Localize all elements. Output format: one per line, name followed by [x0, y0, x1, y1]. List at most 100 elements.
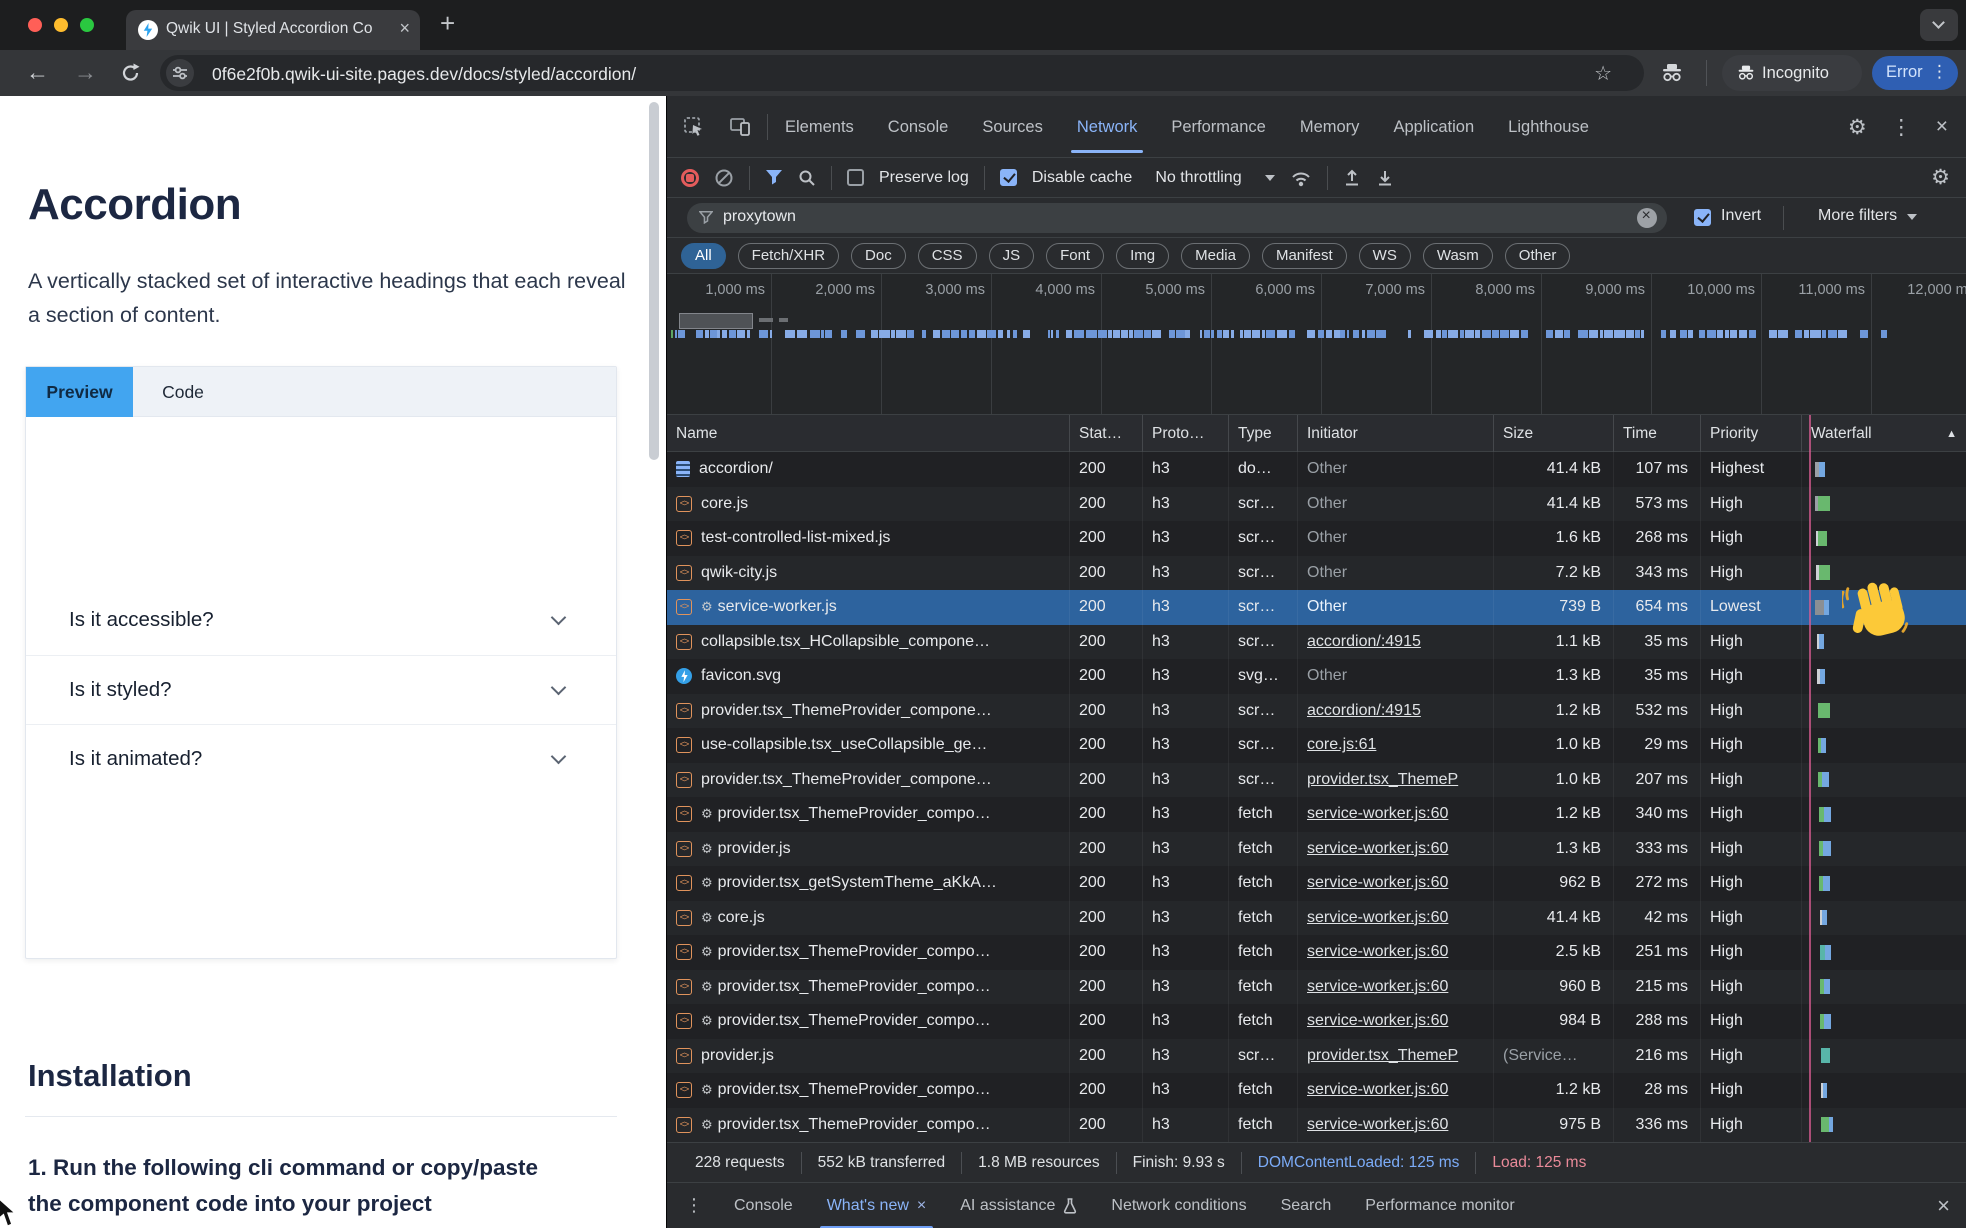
site-settings-icon[interactable]	[166, 59, 194, 87]
type-chip-css[interactable]: CSS	[918, 243, 977, 269]
column-header-stat[interactable]: Stat…	[1070, 415, 1143, 452]
column-header-size[interactable]: Size	[1494, 415, 1614, 452]
drawer-tab-search[interactable]: Search	[1264, 1183, 1349, 1228]
forward-button[interactable]: →	[74, 59, 97, 86]
network-request-row[interactable]: <>qwik-city.js200h3scr…Other7.2 kB343 ms…	[667, 556, 1966, 591]
address-bar[interactable]: 0f6e2f0b.qwik-ui-site.pages.dev/docs/sty…	[160, 55, 1644, 91]
network-settings-gear-icon[interactable]: ⚙	[1931, 165, 1950, 190]
network-request-row[interactable]: <>collapsible.tsx_HCollapsible_compone…2…	[667, 625, 1966, 660]
network-request-row[interactable]: <>provider.tsx_ThemeProvider_compone…200…	[667, 763, 1966, 798]
devtools-tab-memory[interactable]: Memory	[1300, 96, 1360, 158]
preserve-log-checkbox[interactable]	[847, 169, 864, 186]
network-request-row[interactable]: accordion/200h3do…Other41.4 kB107 msHigh…	[667, 452, 1966, 487]
initiator-link[interactable]: service-worker.js:60	[1307, 874, 1448, 892]
invert-checkbox[interactable]	[1694, 209, 1711, 226]
clear-filter-icon[interactable]	[1637, 208, 1657, 228]
column-header-initiator[interactable]: Initiator	[1298, 415, 1494, 452]
devtools-tab-network[interactable]: Network	[1077, 96, 1138, 158]
browser-tab[interactable]: Qwik UI | Styled Accordion Co ×	[126, 10, 420, 50]
type-chip-fetch-xhr[interactable]: Fetch/XHR	[738, 243, 839, 269]
type-chip-other[interactable]: Other	[1505, 243, 1571, 269]
network-request-row[interactable]: <>use-collapsible.tsx_useCollapsible_ge……	[667, 728, 1966, 763]
type-chip-ws[interactable]: WS	[1359, 243, 1411, 269]
reload-button[interactable]	[120, 62, 142, 84]
column-header-proto[interactable]: Proto…	[1143, 415, 1229, 452]
network-request-row[interactable]: <>test-controlled-list-mixed.js200h3scr……	[667, 521, 1966, 556]
drawer-tab-performance-monitor[interactable]: Performance monitor	[1348, 1183, 1531, 1228]
initiator-link[interactable]: service-worker.js:60	[1307, 805, 1448, 823]
column-header-name[interactable]: Name	[667, 415, 1070, 452]
devtools-tab-application[interactable]: Application	[1393, 96, 1474, 158]
initiator-link[interactable]: provider.tsx_ThemeP	[1307, 771, 1458, 789]
network-request-row[interactable]: <>⚙provider.tsx_ThemeProvider_compo…200h…	[667, 935, 1966, 970]
column-header-type[interactable]: Type	[1229, 415, 1298, 452]
type-chip-wasm[interactable]: Wasm	[1423, 243, 1493, 269]
network-request-row[interactable]: <>⚙provider.tsx_ThemeProvider_compo…200h…	[667, 970, 1966, 1005]
drawer-tab-what-s-new[interactable]: What's new×	[810, 1183, 944, 1228]
drawer-tab-ai-assistance[interactable]: AI assistance	[943, 1183, 1094, 1228]
inspect-element-icon[interactable]	[683, 116, 705, 138]
drawer-close-icon[interactable]: ×	[1937, 1193, 1950, 1219]
page-scrollbar[interactable]	[649, 102, 659, 460]
export-har-icon[interactable]	[1376, 168, 1394, 187]
drawer-tab-network-conditions[interactable]: Network conditions	[1094, 1183, 1263, 1228]
drawer-kebab-menu-icon[interactable]: ⋮	[667, 1195, 717, 1216]
tab-close-icon[interactable]: ×	[399, 18, 410, 39]
initiator-link[interactable]: service-worker.js:60	[1307, 1116, 1448, 1134]
network-request-row[interactable]: <>⚙provider.tsx_ThemeProvider_compo…200h…	[667, 1073, 1966, 1108]
drawer-tab-console[interactable]: Console	[717, 1183, 810, 1228]
network-request-row[interactable]: <>⚙provider.tsx_ThemeProvider_compo…200h…	[667, 1004, 1966, 1039]
demo-tab-preview[interactable]: Preview	[26, 367, 133, 417]
network-request-row[interactable]: <>provider.tsx_ThemeProvider_compone…200…	[667, 694, 1966, 729]
devtools-tab-performance[interactable]: Performance	[1171, 96, 1265, 158]
settings-gear-icon[interactable]: ⚙	[1848, 115, 1867, 140]
type-chip-manifest[interactable]: Manifest	[1262, 243, 1347, 269]
import-har-icon[interactable]	[1343, 168, 1361, 187]
initiator-link[interactable]: core.js:61	[1307, 736, 1376, 754]
network-request-row[interactable]: <>⚙service-worker.js200h3scr…Other739 B6…	[667, 590, 1966, 625]
column-header-waterfall[interactable]: Waterfall▲	[1802, 415, 1966, 452]
network-conditions-icon[interactable]	[1290, 169, 1312, 187]
throttling-select[interactable]: No throttling	[1155, 169, 1241, 187]
search-icon[interactable]	[798, 169, 816, 187]
type-chip-all[interactable]: All	[681, 243, 726, 269]
clear-network-log-icon[interactable]	[714, 168, 734, 188]
network-overview-timeline[interactable]: 1,000 ms2,000 ms3,000 ms4,000 ms5,000 ms…	[667, 274, 1966, 415]
initiator-link[interactable]: service-worker.js:60	[1307, 1081, 1448, 1099]
column-header-priority[interactable]: Priority	[1701, 415, 1802, 452]
network-request-row[interactable]: <>⚙provider.tsx_ThemeProvider_compo…200h…	[667, 1108, 1966, 1143]
initiator-link[interactable]: accordion/:4915	[1307, 702, 1421, 720]
devtools-tab-sources[interactable]: Sources	[982, 96, 1043, 158]
close-devtools-icon[interactable]: ×	[1936, 115, 1948, 139]
network-request-row[interactable]: <>⚙provider.tsx_getSystemTheme_aKkA…200h…	[667, 866, 1966, 901]
initiator-link[interactable]: service-worker.js:60	[1307, 840, 1448, 858]
network-request-row[interactable]: <>⚙provider.tsx_ThemeProvider_compo…200h…	[667, 797, 1966, 832]
network-request-row[interactable]: <>⚙provider.js200h3fetchservice-worker.j…	[667, 832, 1966, 867]
network-request-row[interactable]: <>provider.js200h3scr…provider.tsx_Theme…	[667, 1039, 1966, 1074]
initiator-link[interactable]: service-worker.js:60	[1307, 909, 1448, 927]
record-network-log-button[interactable]	[681, 169, 699, 187]
type-chip-img[interactable]: Img	[1116, 243, 1169, 269]
window-zoom-button[interactable]	[80, 18, 94, 32]
initiator-link[interactable]: service-worker.js:60	[1307, 943, 1448, 961]
initiator-link[interactable]: provider.tsx_ThemeP	[1307, 1047, 1458, 1065]
tab-search-button[interactable]	[1920, 9, 1958, 41]
filter-input[interactable]: proxytown	[687, 203, 1667, 233]
disable-cache-checkbox[interactable]	[1000, 169, 1017, 186]
network-request-row[interactable]: favicon.svg200h3svg…Other1.3 kB35 msHigh	[667, 659, 1966, 694]
bookmark-star-icon[interactable]: ☆	[1594, 61, 1612, 86]
new-tab-button[interactable]: +	[440, 8, 455, 39]
type-chip-media[interactable]: Media	[1181, 243, 1250, 269]
demo-tab-code[interactable]: Code	[133, 367, 233, 417]
device-toolbar-icon[interactable]	[729, 116, 753, 138]
browser-menu-error-button[interactable]: Error ⋮	[1872, 56, 1958, 90]
column-header-time[interactable]: Time	[1614, 415, 1701, 452]
back-button[interactable]: ←	[26, 59, 49, 86]
accordion-item-is-it-animated[interactable]: Is it animated?	[26, 724, 616, 793]
window-minimize-button[interactable]	[54, 18, 68, 32]
filter-funnel-icon[interactable]	[765, 169, 783, 186]
network-request-row[interactable]: <>core.js200h3scr…Other41.4 kB573 msHigh	[667, 487, 1966, 522]
initiator-link[interactable]: service-worker.js:60	[1307, 1012, 1448, 1030]
type-chip-font[interactable]: Font	[1046, 243, 1104, 269]
initiator-link[interactable]: service-worker.js:60	[1307, 978, 1448, 996]
